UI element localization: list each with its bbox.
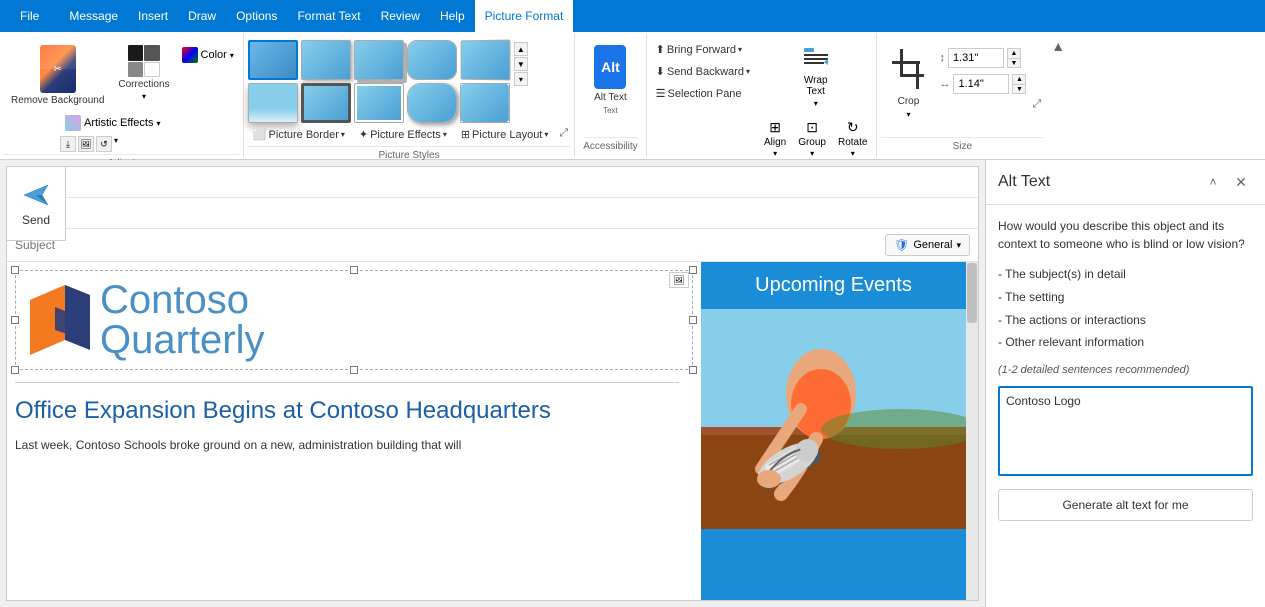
events-section: Upcoming Events: [701, 262, 966, 600]
picture-effects-label: Picture Effects: [370, 129, 441, 141]
rotate-button[interactable]: ↻ Rotate ▾: [833, 116, 872, 161]
contoso-text: Contoso: [100, 280, 265, 320]
picture-style-2[interactable]: [301, 40, 351, 80]
picture-effects-button[interactable]: ✦ Picture Effects ▾: [354, 125, 452, 144]
email-body: 🖼: [7, 262, 978, 600]
events-image: [701, 309, 966, 529]
send-backward-label: Send Backward: [667, 66, 744, 78]
panel-hint: (1-2 detailed sentences recommended): [998, 364, 1253, 376]
accessibility-label: Accessibility: [583, 137, 637, 155]
corrections-button[interactable]: Corrections ▾: [113, 40, 174, 106]
selection-pane-button[interactable]: ☰ Selection Pane: [651, 84, 755, 103]
bring-forward-label: Bring Forward: [667, 44, 736, 56]
remove-background-button[interactable]: ✂ Remove Background: [4, 40, 111, 112]
alt-text-bullets: - The subject(s) in detail - The setting…: [998, 263, 1253, 354]
panel-title: Alt Text: [998, 173, 1050, 191]
alt-text-panel: Alt Text ˄ ✕ How would you describe this…: [985, 160, 1265, 607]
message-tab[interactable]: Message: [59, 0, 128, 32]
events-header: Upcoming Events: [701, 262, 966, 309]
picture-border-label: Picture Border: [269, 129, 339, 141]
styles-scroll-down[interactable]: ▼: [514, 57, 528, 71]
scrollbar[interactable]: [966, 262, 978, 600]
picture-format-tab[interactable]: Picture Format: [475, 0, 574, 32]
picture-layout-label: Picture Layout: [472, 129, 542, 141]
crop-button[interactable]: Crop ▾: [881, 40, 935, 137]
subject-row: 🛡 General ▾: [7, 229, 978, 262]
color-button[interactable]: Color ▾: [177, 44, 239, 66]
email-cc-row: Cc: [7, 198, 978, 229]
logo-cube-graphic: [20, 275, 100, 365]
quarterly-text: Quarterly: [100, 320, 265, 360]
insert-tab[interactable]: Insert: [128, 0, 178, 32]
article-section: Office Expansion Begins at Contoso Headq…: [15, 395, 693, 454]
review-tab[interactable]: Review: [371, 0, 430, 32]
picture-styles-expand[interactable]: ⤢: [557, 125, 570, 144]
styles-expand[interactable]: ▾: [514, 72, 528, 86]
help-tab[interactable]: Help: [430, 0, 475, 32]
cc-field[interactable]: [68, 206, 970, 220]
wrap-text-button[interactable]: WrapText ▾: [759, 40, 873, 113]
picture-style-4[interactable]: [407, 40, 457, 80]
draw-tab[interactable]: Draw: [178, 0, 226, 32]
picture-style-6[interactable]: [248, 83, 298, 123]
picture-style-1[interactable]: [248, 40, 298, 80]
corrections-label: Corrections: [118, 79, 169, 90]
height-spin-down[interactable]: ▼: [1007, 58, 1021, 68]
crop-label: Crop: [898, 96, 920, 107]
send-label: Send: [22, 213, 50, 227]
remove-background-label: Remove Background: [11, 95, 104, 107]
picture-style-10[interactable]: [460, 83, 510, 123]
width-spin-up[interactable]: ▲: [1012, 74, 1026, 84]
height-spin-up[interactable]: ▲: [1007, 48, 1021, 58]
ribbon-collapse-button[interactable]: ▲: [1047, 34, 1069, 58]
subject-field[interactable]: [15, 238, 885, 252]
bring-forward-button[interactable]: ⬆ Bring Forward ▾: [651, 40, 755, 59]
format-text-tab[interactable]: Format Text: [287, 0, 370, 32]
article-body: Last week, Contoso Schools broke ground …: [15, 436, 693, 454]
color-label: Color: [201, 49, 227, 61]
picture-style-8[interactable]: [354, 83, 404, 123]
send-button[interactable]: Send: [6, 166, 66, 241]
width-input[interactable]: [953, 74, 1009, 94]
panel-description: How would you describe this object and i…: [998, 217, 1253, 253]
scroll-thumb[interactable]: [967, 263, 977, 323]
contoso-logo[interactable]: Contoso Quarterly: [15, 270, 693, 370]
picture-style-5[interactable]: [460, 40, 510, 81]
picture-style-9[interactable]: [407, 83, 457, 123]
change-picture-button[interactable]: 🖼: [78, 136, 94, 152]
to-field[interactable]: [66, 175, 970, 189]
alt-text-textarea[interactable]: Contoso Logo: [998, 386, 1253, 476]
alt-text-label: Alt Text: [594, 92, 627, 103]
reset-picture-button[interactable]: ↺: [96, 136, 112, 152]
artistic-effects-label: Artistic Effects: [84, 117, 153, 129]
size-group-label: Size: [881, 137, 1043, 155]
align-button[interactable]: ⊞ Align ▾: [759, 116, 791, 161]
email-to-row: To: [7, 167, 978, 198]
group-button[interactable]: ⊡ Group ▾: [793, 116, 831, 161]
sensitivity-badge[interactable]: 🛡 General ▾: [885, 234, 970, 256]
selection-pane-label: Selection Pane: [668, 88, 742, 100]
generate-alt-text-button[interactable]: Generate alt text for me: [998, 489, 1253, 521]
picture-border-button[interactable]: ⬜ Picture Border ▾: [248, 125, 350, 144]
compress-pictures-button[interactable]: ⤓: [60, 136, 76, 152]
send-backward-button[interactable]: ⬇ Send Backward ▾: [651, 62, 755, 81]
panel-collapse-button[interactable]: ˄: [1201, 170, 1225, 194]
picture-layout-button[interactable]: ⊞ Picture Layout ▾: [456, 125, 554, 144]
file-tab[interactable]: File: [12, 3, 47, 29]
sensitivity-label: General: [913, 239, 952, 251]
options-tab[interactable]: Options: [226, 0, 287, 32]
picture-style-3[interactable]: [354, 40, 404, 80]
panel-close-button[interactable]: ✕: [1229, 170, 1253, 194]
height-input[interactable]: [948, 48, 1004, 68]
artistic-effects-button[interactable]: Artistic Effects ▾: [60, 112, 239, 134]
alt-text-button[interactable]: Alt Alt Text Text: [587, 40, 634, 120]
styles-scroll-up[interactable]: ▲: [514, 42, 528, 56]
article-title: Office Expansion Begins at Contoso Headq…: [15, 395, 693, 426]
picture-style-7[interactable]: [301, 83, 351, 123]
width-spin-down[interactable]: ▼: [1012, 84, 1026, 94]
